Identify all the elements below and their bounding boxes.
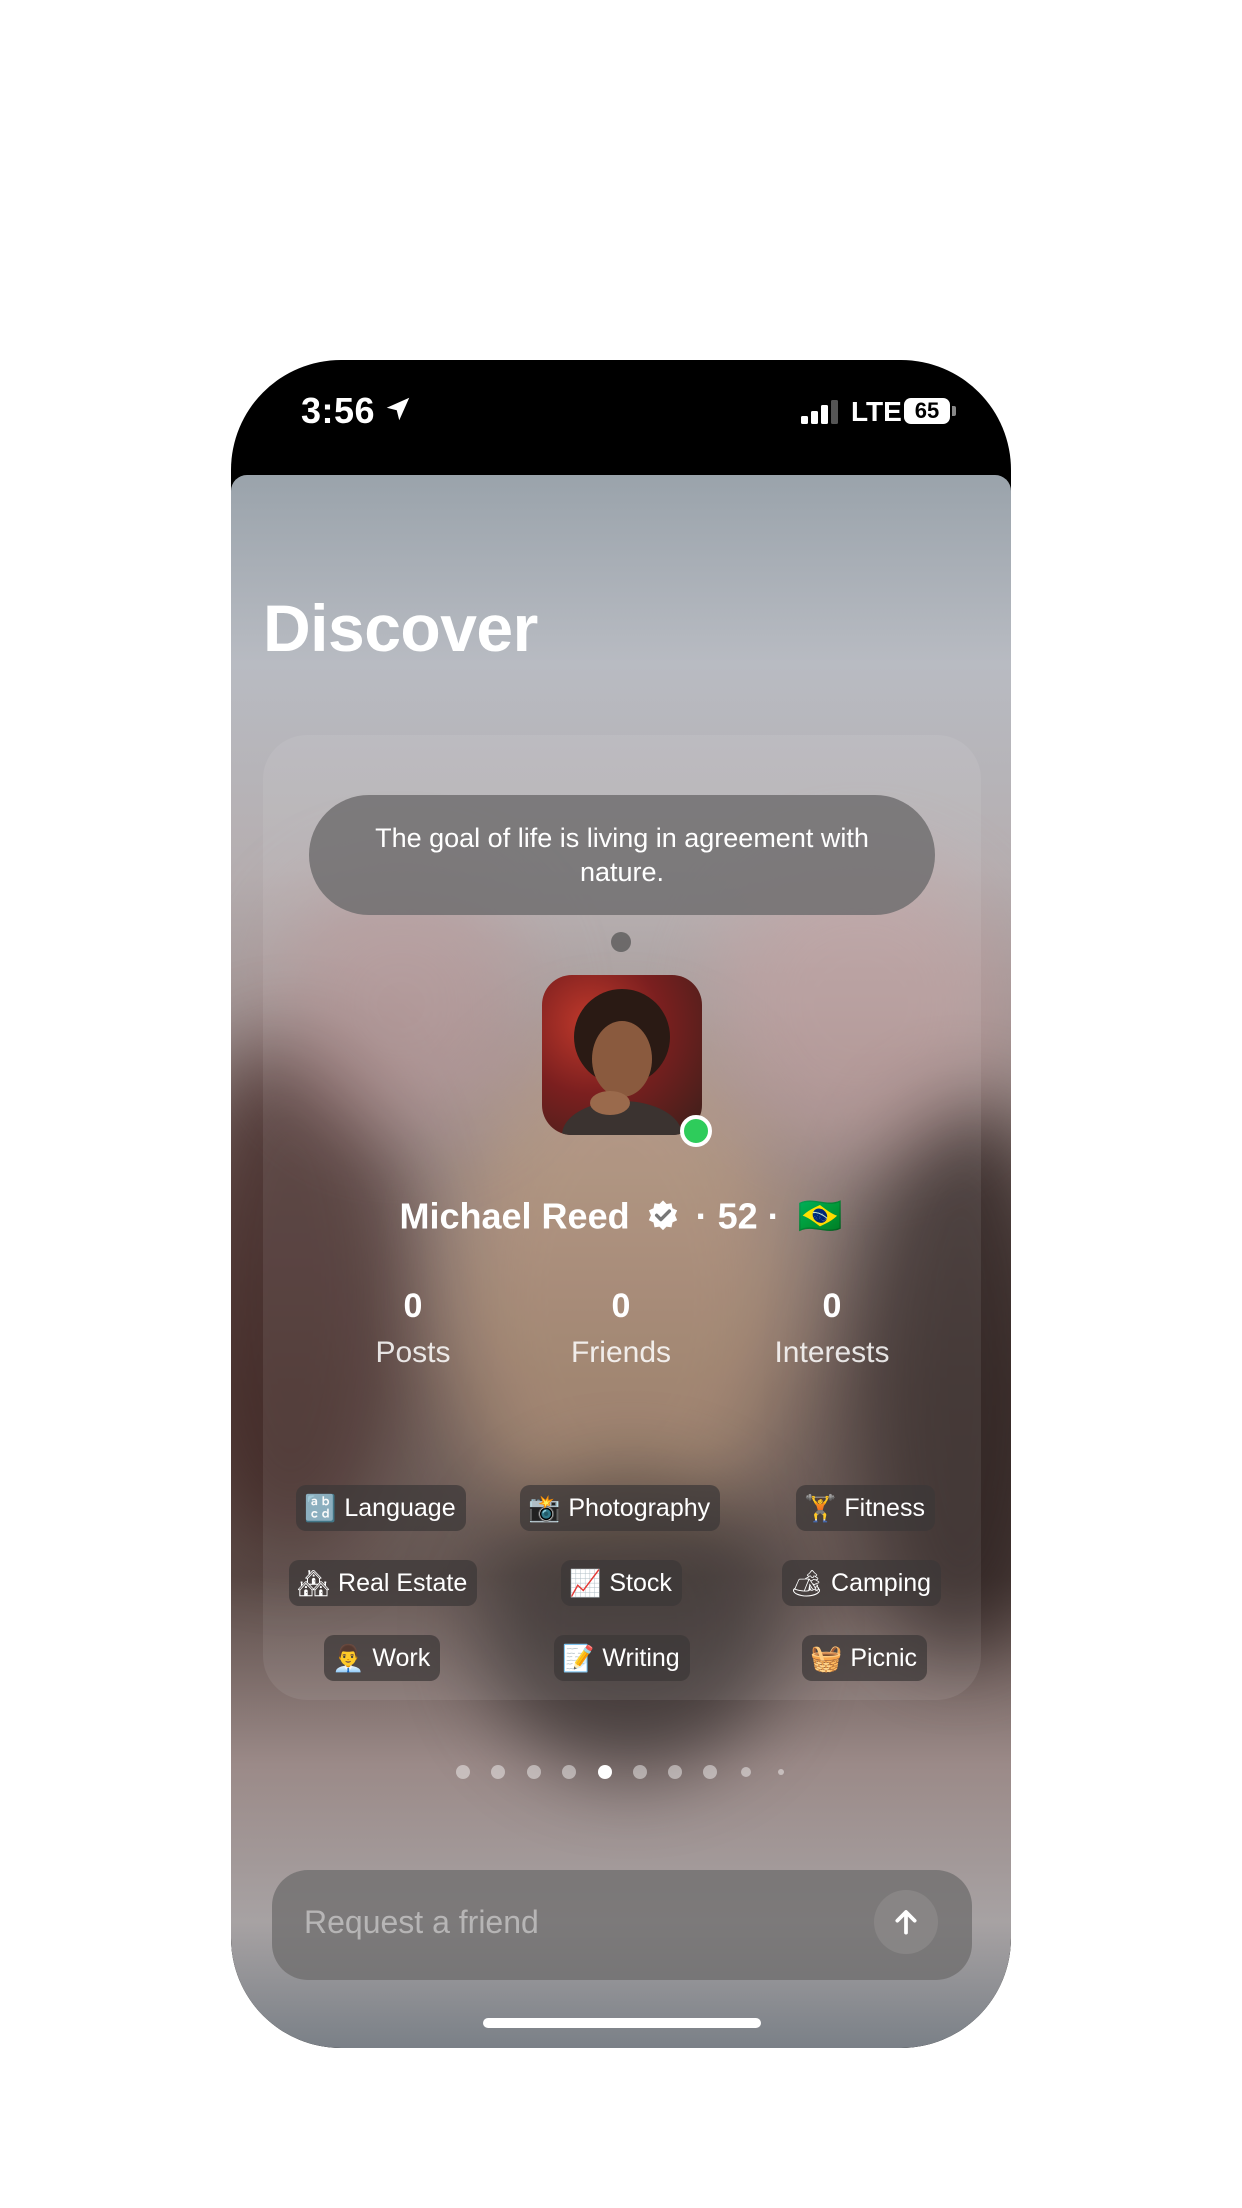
home-indicator[interactable] bbox=[483, 2018, 761, 2028]
interest-tag-work[interactable]: 👨‍💼 Work bbox=[324, 1635, 441, 1681]
interest-tag-photography[interactable]: 📸 Photography bbox=[520, 1485, 721, 1531]
interest-tag-camping[interactable]: 🏕 Camping bbox=[782, 1560, 942, 1606]
interest-tag-picnic[interactable]: 🧺 Picnic bbox=[802, 1635, 928, 1681]
country-flag: 🇧🇷 bbox=[797, 1195, 843, 1237]
interest-label: Stock bbox=[609, 1568, 672, 1597]
discover-screen: Discover The goal of life is living in a… bbox=[231, 475, 1011, 2048]
camping-icon: 🏕 bbox=[790, 1567, 824, 1598]
stat-label: Friends bbox=[570, 1336, 672, 1369]
page-dot[interactable] bbox=[778, 1769, 784, 1775]
weightlifter-icon: 🏋 bbox=[804, 1492, 837, 1523]
camera-icon: 📸 bbox=[528, 1492, 561, 1523]
office-worker-icon: 👨‍💼 bbox=[332, 1642, 365, 1673]
interest-tag-language[interactable]: 🔡 Language bbox=[296, 1485, 466, 1531]
stat-value: 0 bbox=[822, 1287, 842, 1325]
profile-name-row: Michael Reed · 52 · 🇧🇷 bbox=[231, 1193, 1011, 1237]
basket-icon: 🧺 bbox=[810, 1642, 843, 1673]
page-dot-active[interactable] bbox=[598, 1765, 612, 1779]
location-arrow-icon bbox=[386, 397, 410, 421]
stat-value: 0 bbox=[611, 1287, 631, 1325]
stat-posts[interactable]: 0 Posts bbox=[313, 1287, 513, 1370]
interest-label: Picnic bbox=[850, 1643, 918, 1672]
network-label: LTE bbox=[851, 396, 902, 427]
signal-icon bbox=[801, 400, 838, 424]
page-dot[interactable] bbox=[703, 1765, 717, 1779]
language-icon: 🔡 bbox=[304, 1492, 337, 1523]
interest-tag-stock[interactable]: 📈 Stock bbox=[561, 1560, 682, 1606]
interest-label: Camping bbox=[831, 1568, 932, 1597]
page-title: Discover bbox=[263, 591, 538, 665]
profile-name: Michael Reed bbox=[399, 1195, 630, 1237]
stat-label: Posts bbox=[375, 1336, 451, 1369]
send-request-button[interactable] bbox=[874, 1890, 938, 1954]
profile-age: · 52 · bbox=[695, 1195, 780, 1237]
interest-label: Language bbox=[344, 1493, 456, 1522]
page-dot[interactable] bbox=[527, 1765, 541, 1779]
battery-icon: 65 bbox=[904, 398, 950, 424]
page-dot[interactable] bbox=[562, 1765, 576, 1779]
profile-stats: 0 Posts 0 Friends 0 Interests bbox=[231, 1287, 1011, 1377]
page-dot[interactable] bbox=[491, 1765, 505, 1779]
stat-interests[interactable]: 0 Interests bbox=[732, 1287, 932, 1370]
verified-badge-icon bbox=[648, 1200, 677, 1231]
page-dot[interactable] bbox=[456, 1765, 470, 1779]
arrow-up-icon bbox=[895, 1910, 917, 1935]
page-indicator bbox=[231, 1765, 1011, 1785]
avatar-image bbox=[562, 989, 682, 1135]
memo-icon: 📝 bbox=[562, 1642, 595, 1673]
request-friend-bar[interactable]: Request a friend bbox=[272, 1870, 972, 1980]
interest-label: Work bbox=[372, 1643, 431, 1672]
avatar[interactable] bbox=[542, 975, 702, 1135]
status-bar: 3:56 LTE 65 bbox=[231, 360, 1011, 475]
interest-tag-real-estate[interactable]: 🏘 Real Estate bbox=[289, 1560, 478, 1606]
phone-frame: 3:56 LTE 65 Discover The goal of life is… bbox=[231, 360, 1011, 2048]
stat-value: 0 bbox=[403, 1287, 423, 1325]
interest-label: Writing bbox=[602, 1643, 680, 1672]
houses-icon: 🏘 bbox=[297, 1567, 331, 1598]
request-friend-input[interactable]: Request a friend bbox=[304, 1904, 539, 1941]
page-dot[interactable] bbox=[741, 1767, 751, 1777]
quote-pointer bbox=[611, 932, 631, 952]
interest-tag-fitness[interactable]: 🏋 Fitness bbox=[796, 1485, 935, 1531]
interest-label: Fitness bbox=[844, 1493, 925, 1522]
interest-label: Photography bbox=[568, 1493, 711, 1522]
stat-label: Interests bbox=[774, 1336, 890, 1369]
interest-label: Real Estate bbox=[338, 1568, 468, 1597]
battery-tip bbox=[952, 406, 956, 416]
page-dot[interactable] bbox=[668, 1765, 682, 1779]
profile-quote: The goal of life is living in agreement … bbox=[309, 795, 935, 915]
status-time: 3:56 bbox=[301, 390, 376, 431]
chart-increasing-icon: 📈 bbox=[569, 1567, 602, 1598]
stat-friends[interactable]: 0 Friends bbox=[521, 1287, 721, 1370]
page-dot[interactable] bbox=[633, 1765, 647, 1779]
interest-tag-writing[interactable]: 📝 Writing bbox=[554, 1635, 690, 1681]
online-status-indicator bbox=[680, 1115, 712, 1147]
